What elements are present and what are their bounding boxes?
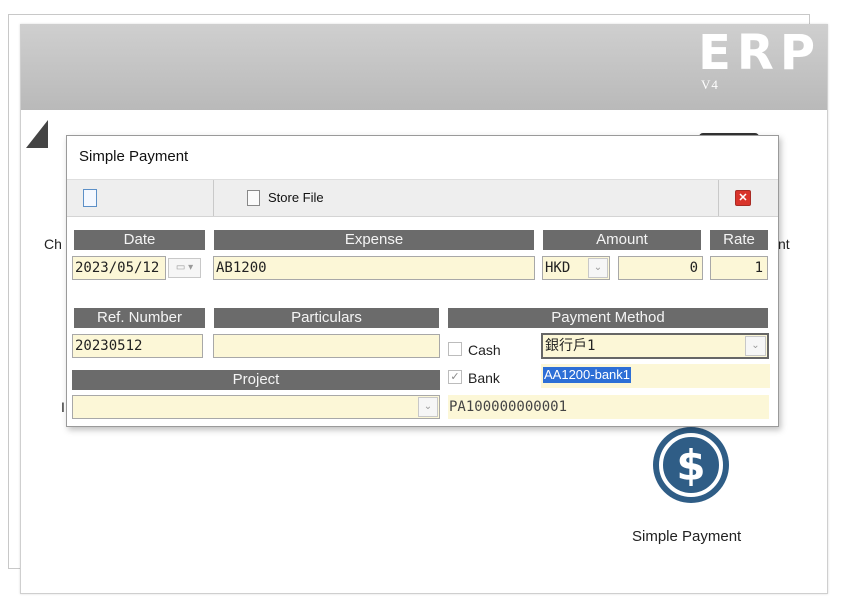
- cash-checkbox[interactable]: [448, 342, 462, 356]
- erp-logo: ERP: [698, 25, 821, 81]
- dialog-toolbar: Store File ✕: [67, 179, 778, 217]
- particulars-header: Particulars: [214, 308, 439, 328]
- payment-method-header: Payment Method: [448, 308, 768, 328]
- amount-header: Amount: [543, 230, 701, 250]
- bank-account-value: 銀行戶1: [545, 338, 596, 354]
- calendar-dropdown-icon[interactable]: ▭ ▾: [168, 258, 201, 278]
- store-file-button[interactable]: Store File: [247, 189, 324, 207]
- expense-header: Expense: [214, 230, 534, 250]
- bank-code-selected-text[interactable]: AA1200-bank1: [543, 367, 632, 383]
- cash-label: Cash: [468, 342, 501, 358]
- bank-checkbox[interactable]: ✓: [448, 370, 462, 384]
- app-header-bar: ERP V4: [21, 25, 827, 110]
- expense-field[interactable]: AB1200: [213, 256, 535, 280]
- bg-module-icon-left: [26, 120, 48, 148]
- ref-number-header: Ref. Number: [74, 308, 205, 328]
- project-header: Project: [72, 370, 440, 390]
- amount-field[interactable]: 0: [618, 256, 703, 280]
- date-header: Date: [74, 230, 205, 250]
- simple-payment-module-label[interactable]: Simple Payment: [632, 528, 741, 545]
- ref-number-field[interactable]: 20230512: [72, 334, 203, 358]
- svg-text:$: $: [676, 441, 705, 490]
- bank-label: Bank: [468, 370, 500, 386]
- simple-payment-dialog: Simple Payment Store File ✕ Date Expense…: [66, 135, 779, 427]
- date-field[interactable]: 2023/05/12: [72, 256, 166, 280]
- project-select[interactable]: [72, 395, 440, 419]
- store-file-label: Store File: [268, 190, 324, 206]
- new-document-icon[interactable]: [83, 189, 97, 207]
- dollar-circle-icon[interactable]: $: [652, 426, 730, 504]
- close-icon[interactable]: ✕: [735, 190, 751, 206]
- bg-module-label-left[interactable]: Ch: [44, 236, 62, 252]
- bank-account-select[interactable]: 銀行戶1: [541, 333, 769, 359]
- rate-field[interactable]: 1: [710, 256, 768, 280]
- app-version: V4: [701, 77, 719, 92]
- chevron-down-icon[interactable]: ⌄: [745, 336, 766, 356]
- currency-value: HKD: [545, 260, 571, 276]
- chevron-down-icon[interactable]: ⌄: [588, 258, 608, 278]
- dialog-title: Simple Payment: [79, 148, 189, 165]
- bg-module-label-right[interactable]: nt: [778, 236, 790, 252]
- toolbar-divider: [213, 180, 214, 216]
- chevron-down-icon[interactable]: ⌄: [418, 397, 438, 417]
- toolbar-divider: [718, 180, 719, 216]
- rate-header: Rate: [710, 230, 768, 250]
- particulars-field[interactable]: [213, 334, 440, 358]
- payment-number: PA100000000001: [449, 399, 568, 415]
- bg-module-label-left-mid[interactable]: I: [61, 399, 65, 415]
- document-icon: [247, 189, 260, 206]
